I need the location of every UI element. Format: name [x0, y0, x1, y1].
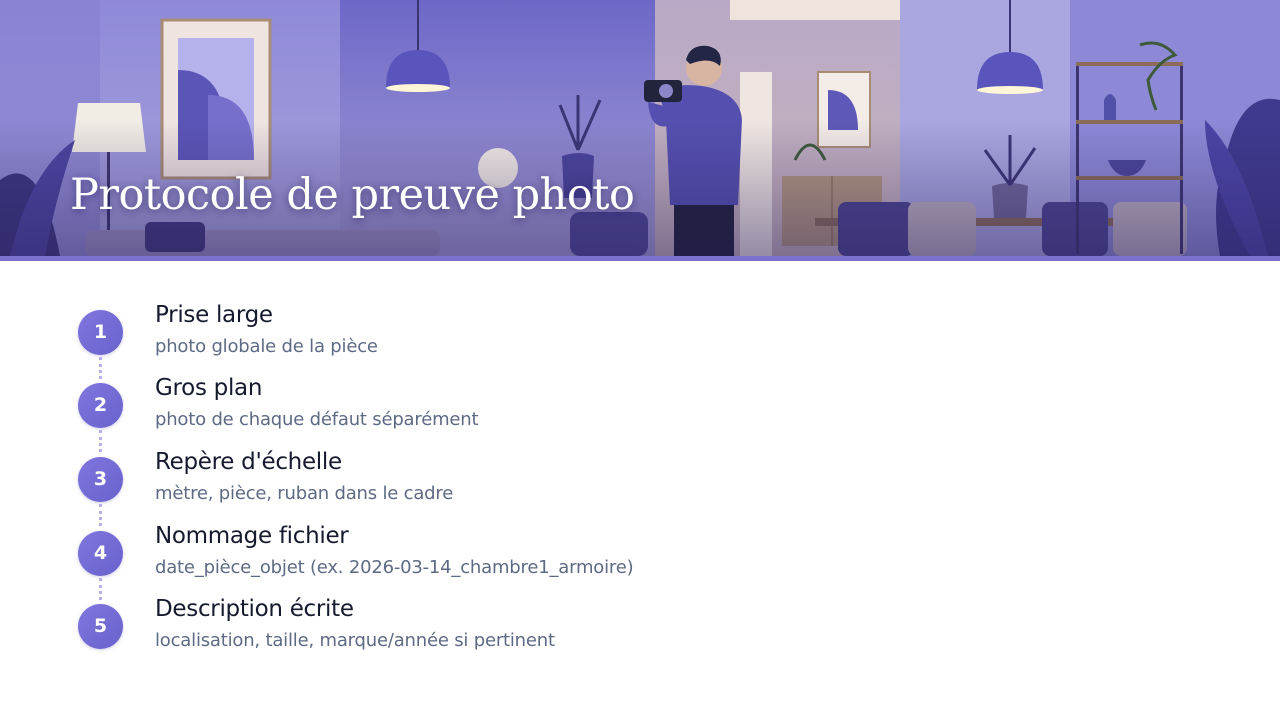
step-item-3: 3 Repère d'échelle mètre, pièce, ruban d… — [78, 447, 978, 526]
step-title: Nommage fichier — [155, 523, 349, 549]
step-number-badge: 1 — [78, 310, 123, 355]
step-item-2: 2 Gros plan photo de chaque défaut sépar… — [78, 373, 978, 452]
step-title: Repère d'échelle — [155, 449, 342, 475]
step-subtitle: photo globale de la pièce — [155, 336, 378, 357]
step-title: Gros plan — [155, 375, 263, 401]
step-subtitle: mètre, pièce, ruban dans le cadre — [155, 483, 454, 504]
step-item-4: 4 Nommage fichier date_pièce_objet (ex. … — [78, 521, 978, 600]
step-number-badge: 2 — [78, 383, 123, 428]
step-number-badge: 3 — [78, 457, 123, 502]
page-title: Protocole de preuve photo — [70, 170, 635, 220]
step-subtitle: date_pièce_objet (ex. 2026-03-14_chambre… — [155, 557, 634, 578]
step-number-badge: 4 — [78, 531, 123, 576]
step-title: Prise large — [155, 302, 273, 328]
step-title: Description écrite — [155, 596, 354, 622]
step-item-5: 5 Description écrite localisation, taill… — [78, 594, 978, 654]
hero-banner: Protocole de preuve photo — [0, 0, 1280, 256]
step-number-badge: 5 — [78, 604, 123, 649]
step-subtitle: photo de chaque défaut séparément — [155, 409, 479, 430]
step-subtitle: localisation, taille, marque/année si pe… — [155, 630, 555, 651]
accent-divider — [0, 256, 1280, 261]
step-item-1: 1 Prise large photo globale de la pièce — [78, 300, 978, 379]
